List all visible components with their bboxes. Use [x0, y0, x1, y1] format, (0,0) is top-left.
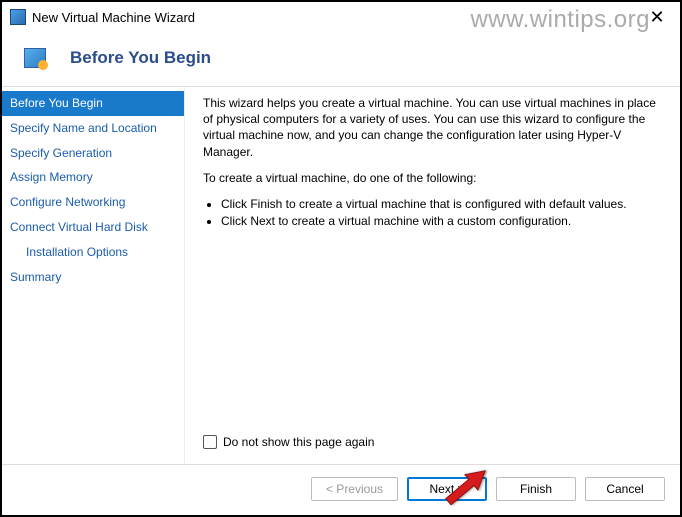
- sidebar-item-assign-memory[interactable]: Assign Memory: [2, 165, 184, 190]
- content-row: Before You Begin Specify Name and Locati…: [2, 86, 680, 464]
- title-bar: New Virtual Machine Wizard ✕: [2, 2, 680, 32]
- wizard-icon: [24, 48, 46, 68]
- page-title: Before You Begin: [70, 48, 211, 68]
- sidebar-item-configure-networking[interactable]: Configure Networking: [2, 190, 184, 215]
- button-bar: < Previous Next > Finish Cancel: [2, 464, 680, 515]
- intro-paragraph: This wizard helps you create a virtual m…: [203, 95, 660, 160]
- window-title: New Virtual Machine Wizard: [32, 10, 642, 25]
- sidebar-item-label: Before You Begin: [10, 96, 103, 110]
- cancel-button[interactable]: Cancel: [585, 477, 665, 501]
- sidebar-item-specify-generation[interactable]: Specify Generation: [2, 141, 184, 166]
- sidebar-item-connect-vhd[interactable]: Connect Virtual Hard Disk: [2, 215, 184, 240]
- sidebar-item-label: Configure Networking: [10, 195, 125, 209]
- sidebar-item-installation-options[interactable]: Installation Options: [2, 240, 184, 265]
- sidebar-item-label: Assign Memory: [10, 170, 93, 184]
- header-section: Before You Begin: [2, 32, 680, 86]
- instruction-paragraph: To create a virtual machine, do one of t…: [203, 170, 660, 186]
- sidebar-item-before-you-begin[interactable]: Before You Begin: [2, 91, 184, 116]
- sidebar-item-label: Installation Options: [26, 245, 128, 259]
- close-icon[interactable]: ✕: [642, 2, 672, 32]
- wizard-window: New Virtual Machine Wizard ✕ www.wintips…: [2, 2, 680, 515]
- app-icon: [10, 9, 26, 25]
- sidebar-item-label: Specify Generation: [10, 146, 112, 160]
- do-not-show-checkbox[interactable]: Do not show this page again: [203, 434, 660, 456]
- checkbox-icon[interactable]: [203, 435, 217, 449]
- list-item: Click Finish to create a virtual machine…: [221, 196, 660, 212]
- next-button[interactable]: Next >: [407, 477, 487, 501]
- list-item: Click Next to create a virtual machine w…: [221, 213, 660, 229]
- sidebar-item-label: Connect Virtual Hard Disk: [10, 220, 148, 234]
- wizard-steps-sidebar: Before You Begin Specify Name and Locati…: [2, 87, 184, 464]
- main-panel: This wizard helps you create a virtual m…: [184, 87, 680, 464]
- sidebar-item-label: Specify Name and Location: [10, 121, 157, 135]
- instruction-list: Click Finish to create a virtual machine…: [203, 196, 660, 230]
- sidebar-item-label: Summary: [10, 270, 61, 284]
- sidebar-item-summary[interactable]: Summary: [2, 265, 184, 290]
- previous-button: < Previous: [311, 477, 398, 501]
- checkbox-label: Do not show this page again: [223, 434, 374, 450]
- finish-button[interactable]: Finish: [496, 477, 576, 501]
- sidebar-item-specify-name[interactable]: Specify Name and Location: [2, 116, 184, 141]
